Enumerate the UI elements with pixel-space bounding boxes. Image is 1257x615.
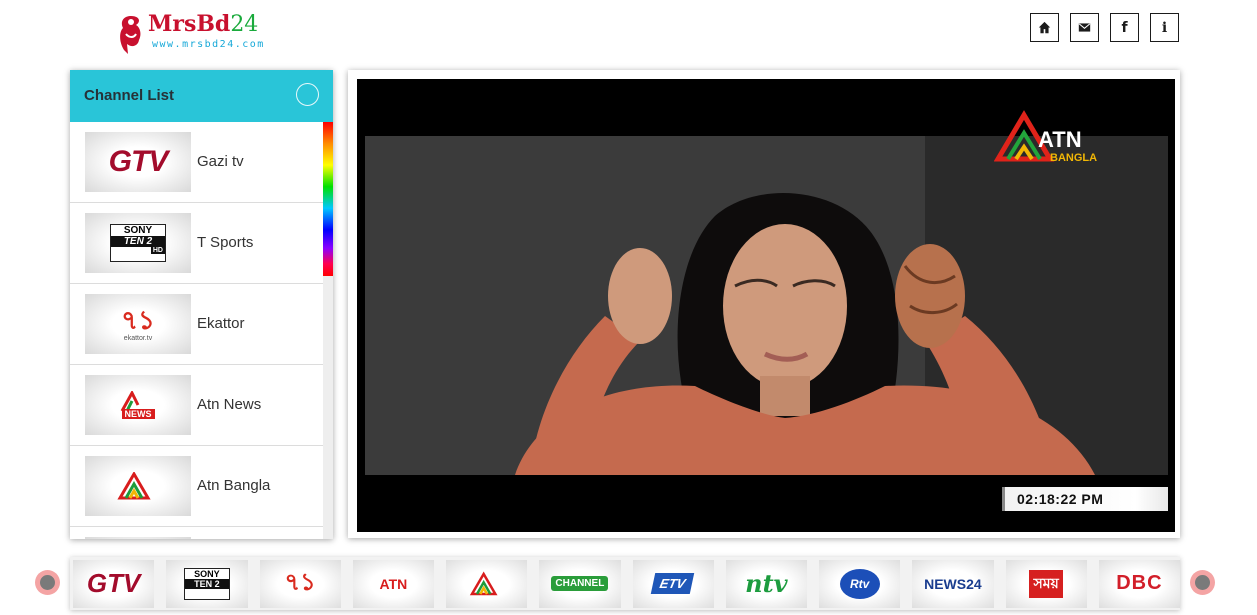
- clock-overlay: 02:18:22 PM: [1002, 487, 1168, 511]
- sony-ten2-logo: SONY TEN 2: [183, 567, 230, 600]
- channel-name: Gazi tv: [197, 153, 244, 170]
- info-button[interactable]: i: [1150, 13, 1179, 42]
- dbc-logo: DBC: [1116, 572, 1163, 594]
- atn-bangla-logo: [85, 456, 191, 516]
- channel-carousel: GTV SONY TEN 2 ৭১ ATN CHANNEL ETV ntv Rt…: [70, 557, 1180, 610]
- carousel-item-atn-bangla[interactable]: [446, 559, 528, 608]
- logo-url: www.mrsbd24.com: [152, 39, 265, 50]
- atn-news-logo: NEWS: [85, 375, 191, 435]
- page: MrsBd24 www.mrsbd24.com f i Channel List…: [0, 0, 1257, 615]
- carousel-item-rtv[interactable]: Rtv: [819, 559, 901, 608]
- somoy-logo: সময়: [1029, 569, 1063, 598]
- channel-thumb-partial: [85, 537, 191, 539]
- home-button[interactable]: [1030, 13, 1059, 42]
- home-icon: [1038, 21, 1051, 34]
- carousel-item-news24[interactable]: NEWS24: [912, 559, 994, 608]
- ekattor-logo: ৭১ ekattor.tv: [85, 294, 191, 354]
- video-player[interactable]: ATN BANGLA 02:18:22 PM: [357, 79, 1175, 532]
- video-scene-image: [365, 136, 1168, 475]
- rtv-logo: Rtv: [839, 568, 880, 599]
- channel-name: Atn Bangla: [197, 477, 271, 494]
- carousel-item-ntv[interactable]: ntv: [725, 559, 807, 608]
- news24-logo: NEWS24: [924, 575, 982, 592]
- channel-item-partial[interactable]: [70, 527, 323, 539]
- mail-icon: [1078, 23, 1091, 32]
- facebook-button[interactable]: f: [1110, 13, 1139, 42]
- carousel-item-sony-ten2[interactable]: SONY TEN 2: [166, 559, 248, 608]
- channel-name: Atn News: [197, 396, 262, 413]
- channel-item-atn-bangla[interactable]: Atn Bangla: [70, 446, 323, 527]
- gtv-logo: GTV: [85, 132, 191, 192]
- site-logo[interactable]: MrsBd24 www.mrsbd24.com: [112, 10, 282, 58]
- atn-bangla-channel-logo: ATN BANGLA: [993, 109, 1104, 165]
- channel-list: GTV Gazi tv SONY TEN 2 HD T Sports ৭১ ek…: [70, 122, 323, 539]
- channel-item-gazi-tv[interactable]: GTV Gazi tv: [70, 122, 323, 203]
- info-icon: i: [1161, 19, 1168, 36]
- channel-name: T Sports: [197, 234, 254, 251]
- clock-time: 02:18:22 PM: [1017, 491, 1104, 507]
- channel-list-header: Channel List: [70, 70, 333, 122]
- carousel-item-etv[interactable]: ETV: [632, 559, 714, 608]
- svg-text:BANGLA: BANGLA: [1050, 152, 1097, 164]
- carousel-item-channel-i[interactable]: CHANNEL: [539, 559, 621, 608]
- ekattor-logo: ৭১: [284, 567, 316, 596]
- mail-button[interactable]: [1070, 13, 1099, 42]
- channel-list-title: Channel List: [84, 87, 175, 104]
- top-nav: f i: [1030, 13, 1179, 42]
- channel-name: Ekattor: [197, 315, 245, 332]
- atn-bangla-logo: [469, 571, 498, 595]
- carousel-item-ekattor[interactable]: ৭১: [259, 559, 341, 608]
- sony-ten2-logo: SONY TEN 2 HD: [85, 213, 191, 273]
- carousel-item-atn-news[interactable]: ATN: [352, 559, 434, 608]
- channel-item-atn-news[interactable]: NEWS Atn News: [70, 365, 323, 446]
- carousel-next-button[interactable]: [1190, 570, 1215, 595]
- carousel-prev-button[interactable]: [35, 570, 60, 595]
- gtv-logo: GTV: [86, 568, 141, 598]
- channel-i-logo: CHANNEL: [551, 576, 609, 591]
- carousel-item-dbc[interactable]: DBC: [1098, 559, 1180, 608]
- atn-news-logo: ATN: [379, 575, 408, 592]
- logo-text: MrsBd24: [148, 11, 259, 37]
- carousel-item-gtv[interactable]: GTV: [73, 559, 155, 608]
- scrollbar-thumb[interactable]: [323, 122, 333, 276]
- logo-mark-icon: [120, 16, 141, 54]
- channel-list-panel: Channel List GTV Gazi tv SONY TEN 2 HD T…: [70, 70, 333, 539]
- carousel-item-somoy[interactable]: সময়: [1005, 559, 1087, 608]
- video-player-frame: ATN BANGLA 02:18:22 PM: [348, 70, 1180, 538]
- svg-text:ATN: ATN: [1038, 127, 1082, 152]
- ntv-logo: ntv: [745, 569, 788, 598]
- channel-item-ekattor[interactable]: ৭১ ekattor.tv Ekattor: [70, 284, 323, 365]
- etv-logo: ETV: [651, 573, 695, 594]
- video-frame: [365, 136, 1168, 475]
- channel-item-t-sports[interactable]: SONY TEN 2 HD T Sports: [70, 203, 323, 284]
- facebook-icon: f: [1121, 19, 1128, 36]
- panel-toggle-button[interactable]: [296, 83, 319, 106]
